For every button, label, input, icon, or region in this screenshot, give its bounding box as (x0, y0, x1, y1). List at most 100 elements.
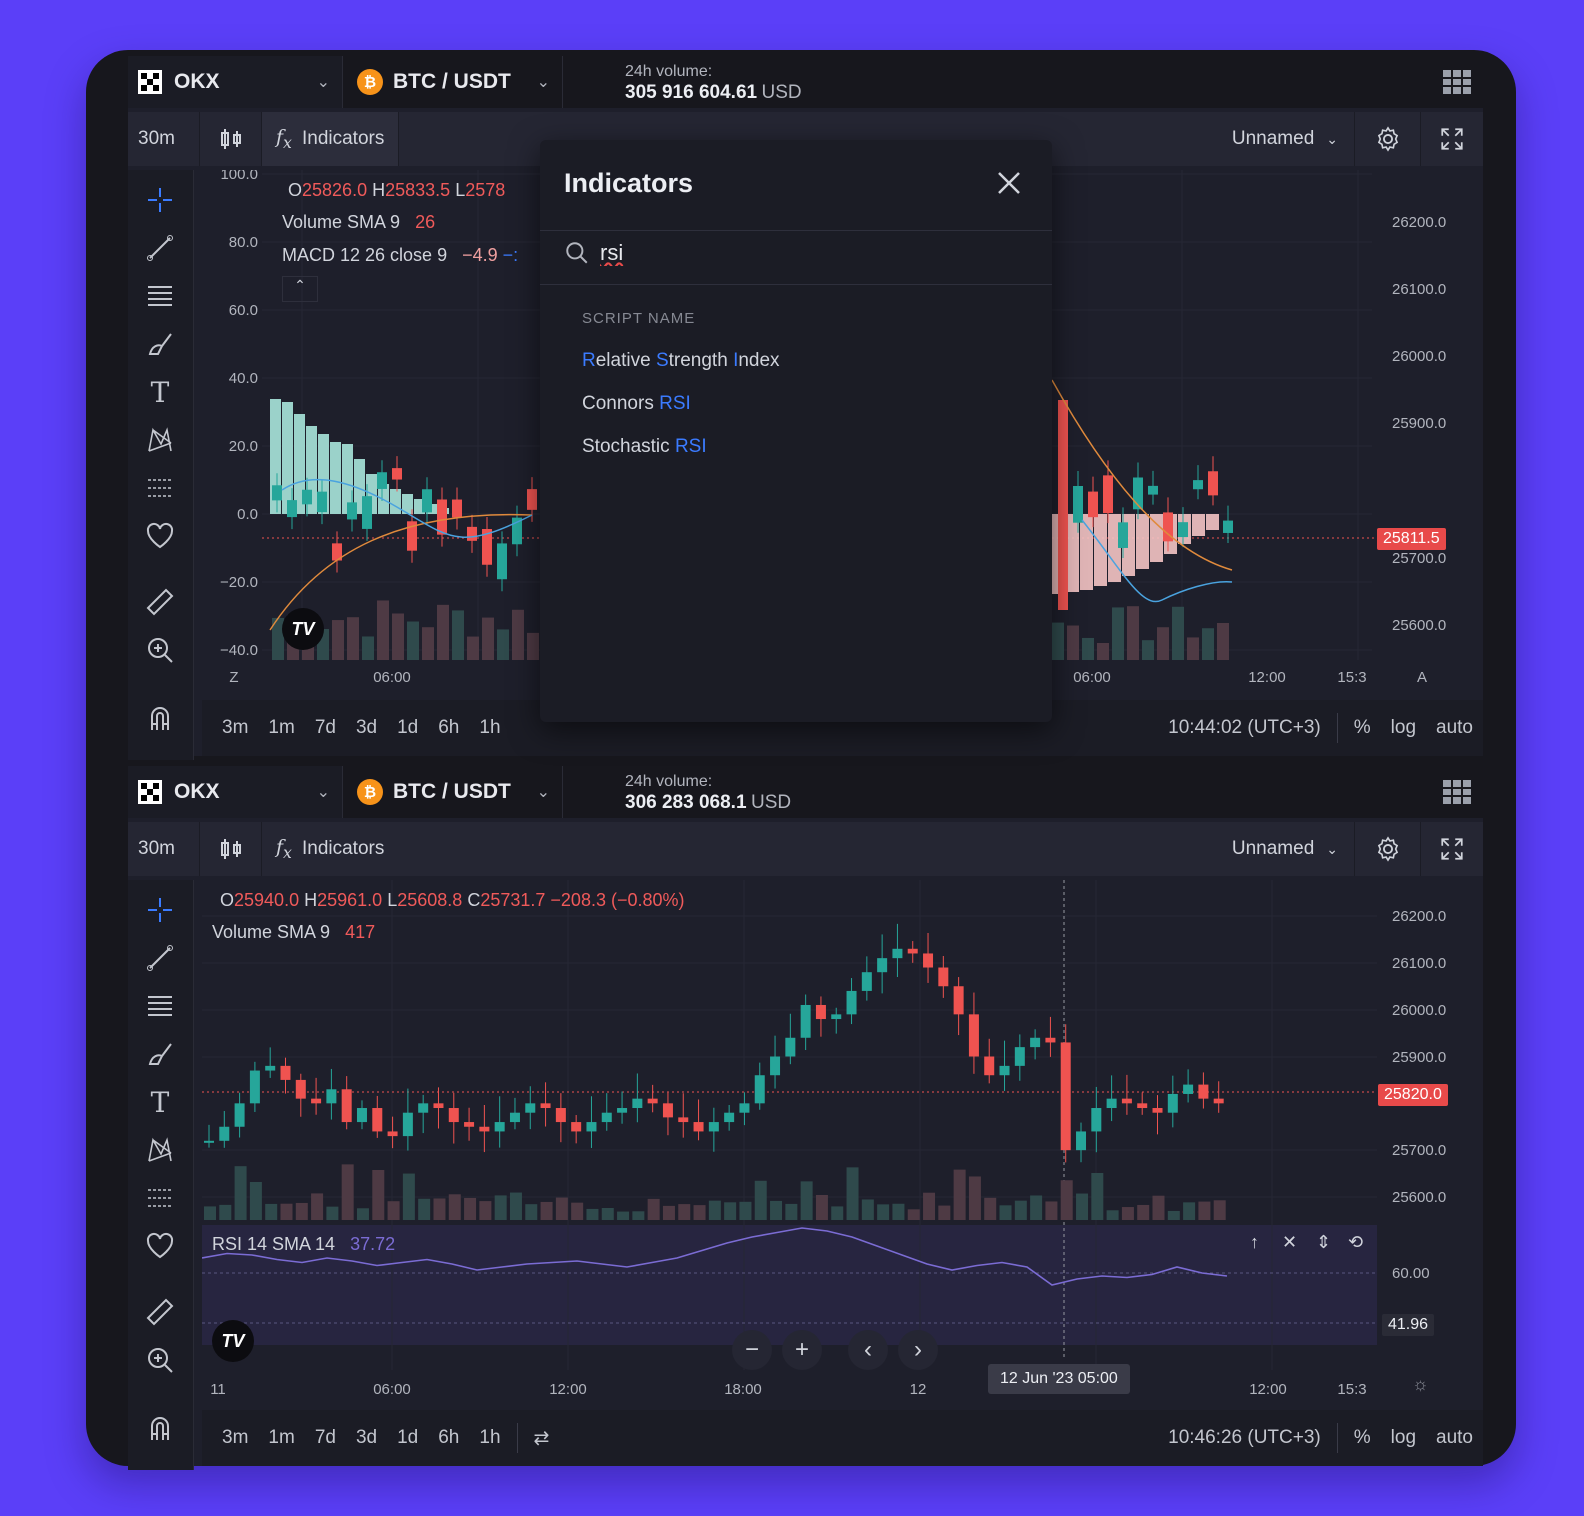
text-tool[interactable]: T (142, 1084, 178, 1120)
pane-move-up-button[interactable]: ↑ (1250, 1232, 1259, 1253)
pane-close-button[interactable]: ✕ (1282, 1232, 1297, 1253)
range-7d[interactable]: 7d (305, 717, 346, 739)
layout-selector[interactable]: Unnamed ⌄ (1216, 822, 1355, 876)
candle-body (770, 1056, 781, 1076)
trendline-icon (147, 945, 173, 971)
log-scale-button[interactable]: log (1381, 717, 1426, 739)
favorites-tool[interactable] (142, 1228, 178, 1264)
exchange-selector[interactable]: OKX ⌄ (128, 766, 343, 818)
ruler-tool[interactable] (142, 1294, 178, 1330)
volume-bar (1112, 607, 1124, 660)
range-1m[interactable]: 1m (258, 1427, 304, 1449)
result-stochastic-rsi[interactable]: Stochastic RSI (582, 436, 707, 458)
prediction-tool[interactable] (142, 1180, 178, 1216)
range-1h[interactable]: 1h (469, 1427, 510, 1449)
exchange-selector[interactable]: OKX ⌄ (128, 56, 343, 108)
prediction-tool[interactable] (142, 470, 178, 506)
ruler-tool[interactable] (142, 584, 178, 620)
close-icon[interactable] (994, 168, 1024, 198)
pane-maximize-button[interactable]: ⇕ (1316, 1232, 1331, 1253)
volume-bar (377, 600, 389, 660)
chart-type-button[interactable] (200, 822, 262, 876)
auto-scale-button[interactable]: auto (1426, 717, 1483, 739)
candle-body (372, 1108, 383, 1132)
fullscreen-button[interactable] (1421, 822, 1483, 876)
candle-body (377, 472, 387, 489)
interval-button[interactable]: 30m (128, 822, 200, 876)
pane-reset-button[interactable]: ⟲ (1348, 1232, 1363, 1253)
range-3d[interactable]: 3d (346, 717, 387, 739)
price-chart[interactable]: 26200.0 26100.0 26000.0 25900.0 25700.0 25600… (202, 880, 1483, 1408)
range-1h[interactable]: 1h (469, 717, 510, 739)
date-range-icon[interactable]: ⇄ (524, 1427, 560, 1450)
settings-button[interactable] (1355, 822, 1421, 876)
brush-tool[interactable] (142, 326, 178, 362)
zoom-out-button[interactable]: − (732, 1330, 772, 1370)
indicators-button[interactable]: fx Indicators (262, 112, 400, 166)
settings-icon[interactable]: ☼ (1412, 1374, 1429, 1395)
zoom-tool[interactable] (142, 1342, 178, 1378)
volume-bar (407, 621, 419, 660)
candle-body (815, 1004, 826, 1020)
text-icon: T (150, 1085, 170, 1119)
settings-button[interactable] (1355, 112, 1421, 166)
zoom-tool[interactable] (142, 632, 178, 668)
crosshair-tool[interactable] (142, 182, 178, 218)
magnet-tool[interactable] (142, 700, 178, 736)
pair-selector[interactable]: ₿ BTC / USDT ⌄ (343, 766, 563, 818)
collapse-legend-button[interactable]: ⌃ (282, 276, 318, 302)
pattern-tool[interactable] (142, 422, 178, 458)
volume-currency: USD (761, 81, 802, 103)
volume-bar (362, 636, 374, 660)
brush-icon (148, 1043, 172, 1065)
candle-body (540, 1103, 551, 1109)
zoom-in-button[interactable]: + (782, 1330, 822, 1370)
pair-selector[interactable]: ₿ BTC / USDT ⌄ (343, 56, 563, 108)
range-1m[interactable]: 1m (258, 717, 304, 739)
candle-body (1137, 1103, 1148, 1109)
trendline-tool[interactable] (142, 230, 178, 266)
chevron-down-icon: ⌄ (536, 784, 550, 801)
percent-scale-button[interactable]: % (1344, 1427, 1381, 1449)
match-highlight: RSI (674, 436, 707, 457)
result-connors-rsi[interactable]: Connors RSI (582, 393, 691, 415)
interval-button[interactable]: 30m (128, 112, 200, 166)
indicators-button[interactable]: fx Indicators (262, 822, 398, 876)
candle-body (509, 1112, 520, 1123)
volume-bar (1091, 1173, 1104, 1220)
magnet-tool[interactable] (142, 1410, 178, 1446)
percent-scale-button[interactable]: % (1344, 717, 1381, 739)
brush-tool[interactable] (142, 1036, 178, 1072)
grid-layout-icon[interactable] (1443, 780, 1471, 804)
high-label: H (372, 180, 386, 200)
range-1d[interactable]: 1d (387, 1427, 428, 1449)
chart-type-button[interactable] (200, 112, 262, 166)
range-7d[interactable]: 7d (305, 1427, 346, 1449)
crosshair-tool[interactable] (142, 892, 178, 928)
fib-tool[interactable] (142, 988, 178, 1024)
range-3m[interactable]: 3m (212, 717, 258, 739)
text-tool[interactable]: T (142, 374, 178, 410)
layout-selector[interactable]: Unnamed ⌄ (1216, 112, 1355, 166)
range-3d[interactable]: 3d (346, 1427, 387, 1449)
fib-tool[interactable] (142, 278, 178, 314)
scroll-right-button[interactable]: › (898, 1330, 938, 1370)
favorites-tool[interactable] (142, 518, 178, 554)
scroll-left-button[interactable]: ‹ (848, 1330, 888, 1370)
chart-canvas[interactable]: 26200.0 26100.0 26000.0 25900.0 25700.0 25600… (202, 880, 1483, 1408)
range-6h[interactable]: 6h (428, 1427, 469, 1449)
grid-layout-icon[interactable] (1443, 70, 1471, 94)
auto-scale-button[interactable]: auto (1426, 1427, 1483, 1449)
high-label: H (304, 890, 318, 910)
volume-bar (1127, 606, 1139, 660)
log-scale-button[interactable]: log (1381, 1427, 1426, 1449)
range-3m[interactable]: 3m (212, 1427, 258, 1449)
fullscreen-button[interactable] (1421, 112, 1483, 166)
pattern-tool[interactable] (142, 1132, 178, 1168)
trendline-tool[interactable] (142, 940, 178, 976)
range-1d[interactable]: 1d (387, 717, 428, 739)
search-input[interactable] (600, 240, 980, 266)
candle-body (1091, 1108, 1102, 1132)
result-relative-strength-index[interactable]: Relative Strength Index (582, 350, 780, 372)
range-6h[interactable]: 6h (428, 717, 469, 739)
